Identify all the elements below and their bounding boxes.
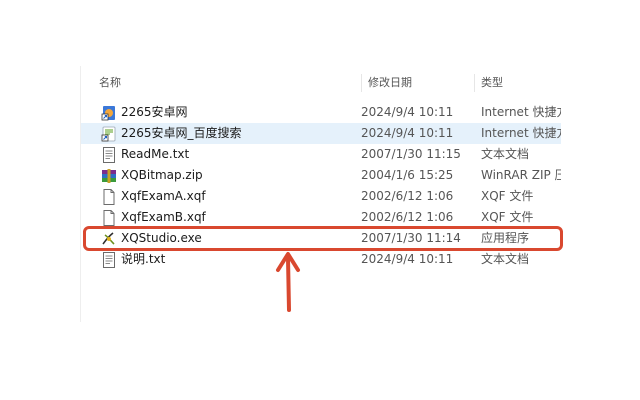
column-header-date[interactable]: 修改日期 <box>361 74 478 92</box>
file-type: 文本文档 <box>481 252 530 266</box>
file-row[interactable]: XQBitmap.zip 2004/1/6 15:25 WinRAR ZIP 压… <box>81 165 561 186</box>
file-type: XQF 文件 <box>481 210 534 224</box>
file-name: ReadMe.txt <box>121 147 190 161</box>
file-date: 2024/9/4 10:11 <box>361 126 454 140</box>
file-row[interactable]: ReadMe.txt 2007/1/30 11:15 文本文档 <box>81 144 561 165</box>
file-type: 文本文档 <box>481 147 530 161</box>
file-name: 说明.txt <box>121 252 166 266</box>
file-name: XqfExamA.xqf <box>121 189 206 203</box>
blank-file-icon <box>101 189 117 205</box>
file-date: 2024/9/4 10:11 <box>361 252 454 266</box>
arrow-up-icon <box>276 252 300 312</box>
file-type: Internet 快捷方式 <box>481 126 561 140</box>
file-row[interactable]: 2265安卓网 2024/9/4 10:11 Internet 快捷方式 <box>81 102 561 123</box>
file-type: Internet 快捷方式 <box>481 105 561 119</box>
file-date: 2007/1/30 11:15 <box>361 147 461 161</box>
file-date: 2002/6/12 1:06 <box>361 210 454 224</box>
file-name: 2265安卓网 <box>121 105 188 119</box>
file-type: WinRAR ZIP 压缩文件 <box>481 168 561 182</box>
column-header-type[interactable]: 类型 <box>474 74 568 92</box>
file-date: 2002/6/12 1:06 <box>361 189 454 203</box>
column-header-bar: 名称 修改日期 类型 <box>81 66 561 96</box>
column-header-name[interactable]: 名称 <box>99 74 351 92</box>
file-type: XQF 文件 <box>481 189 534 203</box>
file-name: XQBitmap.zip <box>121 168 203 182</box>
file-list-pane: 名称 修改日期 类型 2265安卓网 2024/9/4 10:11 Intern… <box>80 66 561 322</box>
internet-shortcut-icon <box>101 105 117 121</box>
file-date: 2004/1/6 15:25 <box>361 168 454 182</box>
text-file-icon <box>101 147 117 163</box>
file-name: XqfExamB.xqf <box>121 210 206 224</box>
highlight-box <box>83 226 563 251</box>
blank-file-icon <box>101 210 117 226</box>
file-row[interactable]: XqfExamA.xqf 2002/6/12 1:06 XQF 文件 <box>81 186 561 207</box>
file-row[interactable]: XqfExamB.xqf 2002/6/12 1:06 XQF 文件 <box>81 207 561 228</box>
text-file-icon <box>101 252 117 268</box>
winrar-zip-icon <box>101 168 117 184</box>
internet-shortcut-icon <box>101 126 117 142</box>
file-row-selected[interactable]: 2265安卓网_百度搜索 2024/9/4 10:11 Internet 快捷方… <box>81 123 561 144</box>
file-row[interactable]: 说明.txt 2024/9/4 10:11 文本文档 <box>81 249 561 270</box>
file-name: 2265安卓网_百度搜索 <box>121 126 242 140</box>
file-date: 2024/9/4 10:11 <box>361 105 454 119</box>
